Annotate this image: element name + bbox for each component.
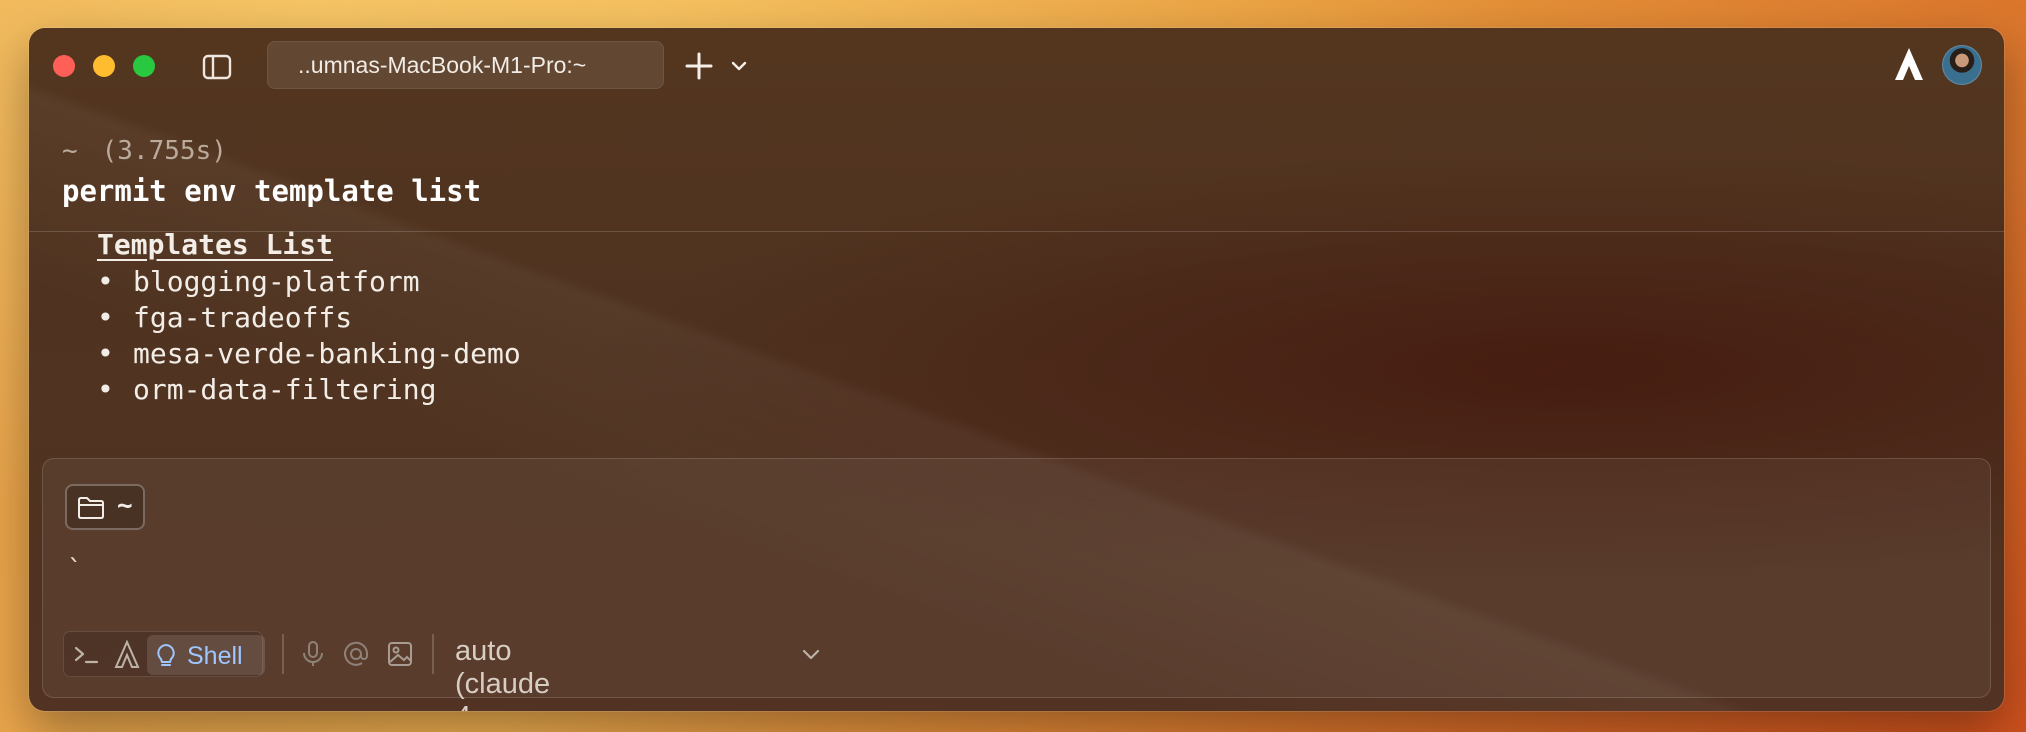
directory-chip[interactable]: ~ <box>65 484 145 530</box>
block-command[interactable]: permit env template list <box>62 174 481 208</box>
directory-chip-label: ~ <box>117 491 133 521</box>
bullet: • <box>97 373 114 406</box>
list-item: • blogging-platform <box>97 264 521 300</box>
toolbar-divider <box>282 634 284 674</box>
terminal-window: ..umnas-MacBook-M1-Pro:~ ~ (3.755s) permi… <box>29 28 2004 711</box>
command-output: Templates List • blogging-platform • fga-t… <box>97 226 521 408</box>
image-icon[interactable] <box>385 639 415 669</box>
at-sign-icon[interactable] <box>341 639 371 669</box>
agent-mode-icon[interactable] <box>114 639 140 670</box>
chevron-down-icon[interactable] <box>801 647 821 663</box>
list-item-text: mesa-verde-banking-demo <box>133 337 521 370</box>
avatar[interactable] <box>1942 45 1982 85</box>
list-item: • orm-data-filtering <box>97 372 521 408</box>
folder-icon <box>77 496 105 520</box>
model-selector[interactable]: auto (claude 4 sonnet) <box>455 635 552 711</box>
microphone-icon[interactable] <box>298 639 328 669</box>
shell-mode-button[interactable]: Shell <box>147 635 265 675</box>
list-item-text: blogging-platform <box>133 265 420 298</box>
output-heading: Templates List <box>97 228 334 261</box>
block-directory: ~ <box>62 136 78 166</box>
terminal-prompt-icon[interactable] <box>72 641 100 669</box>
mode-switcher: Shell <box>63 631 265 677</box>
lightbulb-icon <box>155 643 177 669</box>
block-duration: (3.755s) <box>101 136 227 166</box>
list-item: • fga-tradeoffs <box>97 300 521 336</box>
minimize-button[interactable] <box>93 55 115 77</box>
maximize-button[interactable] <box>133 55 155 77</box>
title-bar: ..umnas-MacBook-M1-Pro:~ <box>29 28 2004 100</box>
command-input[interactable]: ` <box>67 555 83 585</box>
shell-mode-label: Shell <box>187 642 243 670</box>
sidebar-toggle-icon[interactable] <box>200 50 234 84</box>
bullet: • <box>97 301 114 334</box>
agent-logo-icon[interactable] <box>1891 46 1927 84</box>
list-item-text: fga-tradeoffs <box>133 301 353 334</box>
bullet: • <box>97 337 114 370</box>
list-item-text: orm-data-filtering <box>133 373 437 406</box>
toolbar-divider <box>432 634 434 674</box>
tab-active-session[interactable]: ..umnas-MacBook-M1-Pro:~ <box>267 41 664 89</box>
block-header: ~ (3.755s) <box>62 136 227 166</box>
list-item: • mesa-verde-banking-demo <box>97 336 521 372</box>
chevron-down-icon[interactable] <box>728 56 750 76</box>
bullet: • <box>97 265 114 298</box>
close-button[interactable] <box>53 55 75 77</box>
input-panel[interactable]: ~ ` Shell auto (claude <box>42 458 1991 711</box>
plus-icon[interactable] <box>683 50 715 82</box>
tab-title: ..umnas-MacBook-M1-Pro:~ <box>298 52 587 78</box>
